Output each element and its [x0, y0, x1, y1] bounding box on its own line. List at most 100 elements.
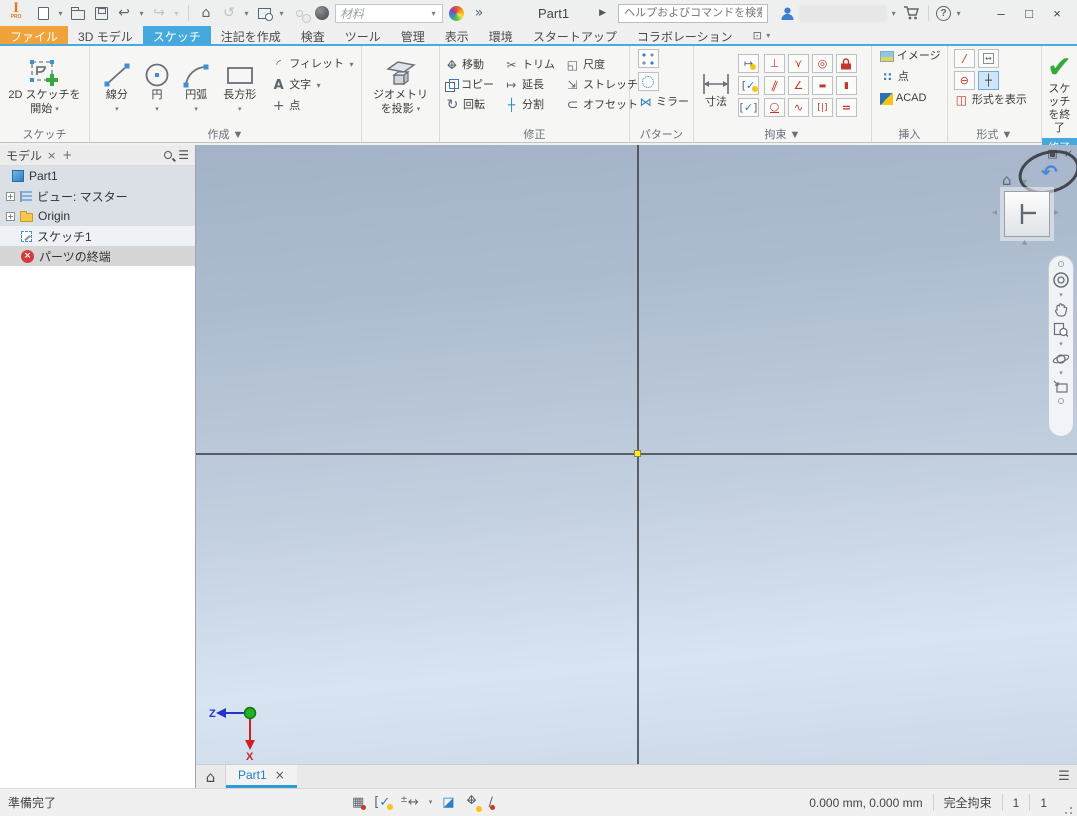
- center-point-button[interactable]: ┼: [977, 71, 999, 90]
- tab-tools[interactable]: ツール: [335, 26, 391, 44]
- origin-point[interactable]: [634, 450, 641, 457]
- undo-dropdown-icon[interactable]: ▾: [137, 9, 146, 18]
- open-file-icon[interactable]: [68, 3, 88, 23]
- viewport-canvas[interactable]: ▣ × ⌂ ↶ ◂ ▸ ▾ ▴ ▾ ▾ ▾ Z X: [196, 145, 1077, 764]
- new-file-icon[interactable]: [33, 3, 53, 23]
- auto-dimension-button[interactable]: ↦: [737, 54, 759, 73]
- fix-constraint-button[interactable]: [835, 54, 857, 73]
- navbar-handle-top[interactable]: [1058, 261, 1064, 267]
- appearance-wheel-icon[interactable]: [446, 3, 466, 23]
- panel-label-constrain[interactable]: 拘束 ▼: [694, 125, 871, 142]
- import-acad-button[interactable]: ACAD: [879, 91, 926, 106]
- expand-toolbar-icon[interactable]: »: [469, 3, 489, 23]
- username[interactable]: [800, 5, 887, 21]
- expander-icon[interactable]: +: [6, 211, 15, 221]
- help-dropdown-icon[interactable]: ▾: [954, 9, 963, 18]
- insert-point-button[interactable]: ∷ 点: [880, 70, 909, 85]
- zoom-window-dropdown-icon[interactable]: ▾: [277, 9, 286, 18]
- store-cart-icon[interactable]: [901, 3, 921, 23]
- show-format-button[interactable]: ◫ 形式を表示: [954, 93, 1027, 108]
- dimension-button[interactable]: 寸法: [699, 62, 733, 109]
- viewcube-rotate-left-icon[interactable]: ◂: [992, 207, 997, 218]
- look-at-icon[interactable]: [1053, 380, 1069, 394]
- arc-dropdown-icon[interactable]: ▾: [194, 103, 198, 116]
- tree-item-view-master[interactable]: + ビュー: マスター: [0, 186, 195, 206]
- help-icon[interactable]: ?: [936, 5, 952, 21]
- tab-manage[interactable]: 管理: [391, 26, 435, 44]
- circle-button[interactable]: 円 ▾: [140, 55, 174, 116]
- previous-view-arrow-icon[interactable]: ↶: [1041, 160, 1058, 184]
- stretch-button[interactable]: ⇲ ストレッチ: [565, 78, 638, 93]
- viewcube-home-icon[interactable]: ⌂: [1002, 171, 1012, 189]
- tab-environments[interactable]: 環境: [479, 26, 523, 44]
- scale-button[interactable]: ◱ 尺度: [565, 58, 638, 73]
- show-constraints-button[interactable]: [✓]: [737, 98, 759, 117]
- slice-graphics-icon[interactable]: ◪: [442, 795, 454, 810]
- user-avatar-icon[interactable]: [777, 3, 797, 23]
- horizontal-constraint-button[interactable]: ▬: [811, 76, 833, 95]
- material-dropdown[interactable]: 材料 ▾: [335, 3, 443, 23]
- maximize-button[interactable]: □: [1015, 3, 1043, 23]
- account-dropdown-icon[interactable]: ▾: [889, 9, 898, 18]
- degrees-of-freedom-icon[interactable]: ↔ ↕: [465, 793, 482, 812]
- vertical-constraint-button[interactable]: ▮: [835, 76, 857, 95]
- trim-button[interactable]: ✂ トリム: [504, 58, 555, 73]
- document-tabs-menu-icon[interactable]: ☰: [1051, 765, 1077, 788]
- perpendicular-constraint-button[interactable]: ⊥: [763, 54, 785, 73]
- start-2d-sketch-button[interactable]: 2D スケッチを 開始 ▾: [8, 55, 81, 116]
- pan-hand-icon[interactable]: [1053, 302, 1069, 318]
- return-icon[interactable]: ↺: [219, 3, 239, 23]
- smooth-constraint-button[interactable]: ∿: [787, 98, 809, 117]
- fillet-dropdown-icon[interactable]: ▾: [347, 57, 356, 72]
- rectangle-dropdown-icon[interactable]: ▾: [238, 103, 242, 116]
- minimize-button[interactable]: –: [987, 3, 1015, 23]
- viewcube[interactable]: [1004, 191, 1050, 237]
- redo-dropdown-icon[interactable]: ▾: [172, 9, 181, 18]
- document-tab-close-icon[interactable]: ×: [275, 768, 285, 782]
- browser-tab-model[interactable]: モデル ×: [6, 147, 56, 164]
- navigation-wheel-icon[interactable]: [1052, 271, 1070, 289]
- tab-inspect[interactable]: 検査: [291, 26, 335, 44]
- title-forward-icon[interactable]: ▶: [598, 8, 607, 18]
- panel-label-create[interactable]: 作成 ▼: [90, 125, 361, 142]
- new-file-dropdown-icon[interactable]: ▾: [56, 9, 65, 18]
- rectangular-pattern-button[interactable]: [637, 49, 659, 68]
- viewcube-rotate-down-icon[interactable]: ▴: [1022, 237, 1027, 248]
- point-button[interactable]: + 点: [271, 99, 356, 114]
- orbit-dropdown-icon[interactable]: ▾: [1059, 370, 1063, 377]
- line-button[interactable]: 線分 ▾: [98, 55, 136, 116]
- browser-close-icon[interactable]: ×: [47, 149, 56, 162]
- navbar-handle-bottom[interactable]: [1058, 398, 1064, 404]
- save-icon[interactable]: [91, 3, 111, 23]
- home-view-icon[interactable]: ⌂: [196, 3, 216, 23]
- navwheel-dropdown-icon[interactable]: ▾: [1059, 292, 1063, 299]
- viewcube-rotate-up-icon[interactable]: ▾: [1022, 177, 1027, 188]
- tab-file[interactable]: ファイル: [0, 26, 69, 44]
- construction-line-button[interactable]: ∕: [953, 49, 975, 68]
- home-tab-button[interactable]: ⌂: [196, 765, 226, 788]
- browser-add-tab-icon[interactable]: +: [62, 148, 72, 162]
- arc-button[interactable]: 円弧 ▾: [178, 55, 214, 116]
- relax-mode-icon[interactable]: ∕: [489, 795, 496, 810]
- tab-sketch[interactable]: スケッチ: [142, 26, 211, 44]
- document-tab-part1[interactable]: Part1 ×: [226, 765, 297, 788]
- tab-annotate[interactable]: 注記を作成: [211, 26, 291, 44]
- text-dropdown-icon[interactable]: ▾: [314, 78, 323, 93]
- tab-view[interactable]: 表示: [435, 26, 479, 44]
- browser-search-icon[interactable]: [164, 151, 173, 159]
- rotate-button[interactable]: ↻ 回転: [445, 98, 494, 113]
- tab-3d-model[interactable]: 3D モデル: [68, 26, 143, 44]
- start-2d-sketch-dropdown-icon[interactable]: ▾: [55, 103, 59, 116]
- dimension-display-icon[interactable]: ±↔: [400, 795, 418, 810]
- zoom-icon[interactable]: [1053, 322, 1069, 338]
- copy-button[interactable]: コピー: [444, 78, 494, 93]
- circular-pattern-button[interactable]: [637, 72, 659, 91]
- return-dropdown-icon[interactable]: ▾: [242, 9, 251, 18]
- constraint-inference-icon[interactable]: [✓: [374, 795, 394, 810]
- redo-icon[interactable]: ↪: [149, 3, 169, 23]
- circle-dropdown-icon[interactable]: ▾: [155, 103, 159, 116]
- tree-item-end-of-part[interactable]: × パーツの終端: [0, 246, 195, 266]
- constraint-settings-button[interactable]: [✓: [737, 76, 759, 95]
- line-dropdown-icon[interactable]: ▾: [115, 103, 119, 116]
- resize-grip[interactable]: [1060, 802, 1074, 816]
